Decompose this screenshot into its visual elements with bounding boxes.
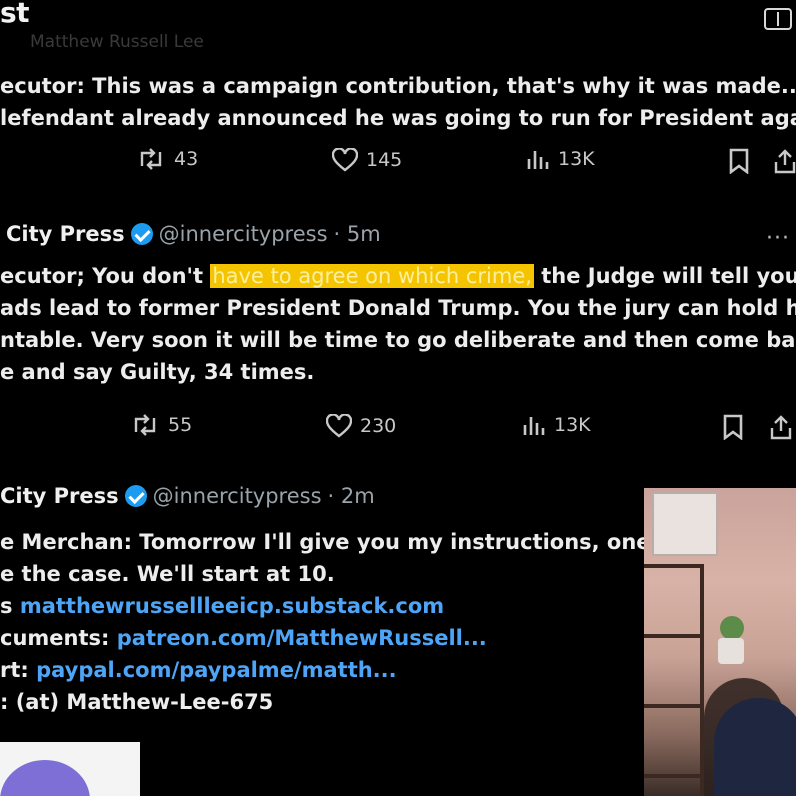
page-title: st xyxy=(0,0,30,29)
views-button[interactable]: 13K xyxy=(526,148,595,170)
substack-link[interactable]: matthewrussellleeicp.substack.com xyxy=(20,594,444,618)
like-count: 145 xyxy=(366,149,403,171)
tweet-2-line-post: the Judge will tell you. xyxy=(533,264,796,288)
patreon-link[interactable]: patreon.com/MatthewRussell... xyxy=(117,626,487,650)
tweet-1-line: ecutor: This was a campaign contribution… xyxy=(0,74,796,98)
verified-badge-icon xyxy=(124,485,147,507)
link-prefix: rt: xyxy=(0,658,37,682)
tweet-3-line: e the case. We'll start at 10. xyxy=(0,562,335,586)
tweet-1-line: lefendant already announced he was going… xyxy=(0,106,796,130)
share-button[interactable] xyxy=(774,148,796,174)
retweet-icon xyxy=(140,148,162,170)
person xyxy=(714,698,796,796)
heart-icon xyxy=(326,414,352,438)
retweet-count: 55 xyxy=(168,414,193,436)
author-handle[interactable]: @innercitypress xyxy=(159,222,328,246)
retweet-button[interactable]: 55 xyxy=(130,414,192,436)
tweet-2-text: ecutor; You don't have to agree on which… xyxy=(0,260,796,388)
tweet-2-line: ads lead to former President Donald Trum… xyxy=(0,296,796,320)
whiteboard xyxy=(652,492,718,556)
plant-pot xyxy=(718,638,744,664)
link-prefix: cuments: xyxy=(0,626,117,650)
views-count: 13K xyxy=(558,148,595,170)
book-open-icon[interactable] xyxy=(764,8,792,30)
video-overlay[interactable] xyxy=(644,488,796,796)
retweet-icon xyxy=(134,414,156,436)
more-icon[interactable]: ··· xyxy=(766,226,790,251)
bookmark-icon xyxy=(723,414,743,440)
author-name[interactable]: City Press xyxy=(0,484,119,508)
link-prefix: s xyxy=(0,594,20,618)
views-icon xyxy=(523,417,545,435)
tweet-2-line: ecutor; You don't have to agree on which… xyxy=(0,260,796,292)
paypal-link[interactable]: paypal.com/paypalme/matth... xyxy=(36,658,397,682)
like-count: 230 xyxy=(360,415,397,437)
views-icon xyxy=(527,151,549,169)
views-count: 13K xyxy=(554,414,591,436)
tweet-3-link-line: s matthewrussellleeicp.substack.com xyxy=(0,590,673,622)
views-button[interactable]: 13K xyxy=(522,414,591,436)
author-name[interactable]: City Press xyxy=(6,222,125,246)
retweet-count: 43 xyxy=(174,148,199,170)
retweet-button[interactable]: 43 xyxy=(136,148,198,170)
verified-badge-icon xyxy=(130,223,153,245)
author-handle[interactable]: @innercitypress xyxy=(153,484,322,508)
tweet-1-text: ecutor: This was a campaign contribution… xyxy=(0,70,796,134)
tweet-3-header: City Press @innercitypress · 2m xyxy=(0,484,375,508)
tweet-1-actions: 43 145 13K xyxy=(0,148,796,188)
tweet-3-text: e Merchan: Tomorrow I'll give you my ins… xyxy=(0,526,673,718)
tweet-3-line: : (at) Matthew-Lee-675 xyxy=(0,690,274,714)
bookmark-button[interactable] xyxy=(722,414,744,440)
share-icon xyxy=(774,149,796,174)
tweet-3-link-line: cuments: patreon.com/MatthewRussell... xyxy=(0,622,673,654)
heart-icon xyxy=(332,148,358,172)
bookmark-button[interactable] xyxy=(728,148,750,174)
tweet-3-link-line: rt: paypal.com/paypalme/matth... xyxy=(0,654,673,686)
bookmark-icon xyxy=(729,148,749,174)
tweet-2-actions: 55 230 13K xyxy=(0,414,796,454)
tweet-2-line: e and say Guilty, 34 times. xyxy=(0,360,315,384)
tweet-time[interactable]: · 2m xyxy=(328,484,375,508)
plant xyxy=(720,616,744,640)
highlighted-text: have to agree on which crime, xyxy=(210,264,534,288)
share-button[interactable] xyxy=(770,414,792,440)
tweet-2-header: City Press @innercitypress · 5m xyxy=(6,222,381,246)
tweet-2-line: ntable. Very soon it will be time to go … xyxy=(0,328,796,352)
faint-author-text: Matthew Russell Lee xyxy=(30,32,204,52)
like-button[interactable]: 145 xyxy=(332,148,402,172)
media-card[interactable] xyxy=(0,742,140,796)
tweet-3-line: e Merchan: Tomorrow I'll give you my ins… xyxy=(0,530,673,554)
tweet-time[interactable]: · 5m xyxy=(334,222,381,246)
share-icon xyxy=(770,415,792,440)
like-button[interactable]: 230 xyxy=(326,414,396,438)
bookshelf xyxy=(644,564,704,796)
tweet-2-line-pre: ecutor; You don't xyxy=(0,264,211,288)
